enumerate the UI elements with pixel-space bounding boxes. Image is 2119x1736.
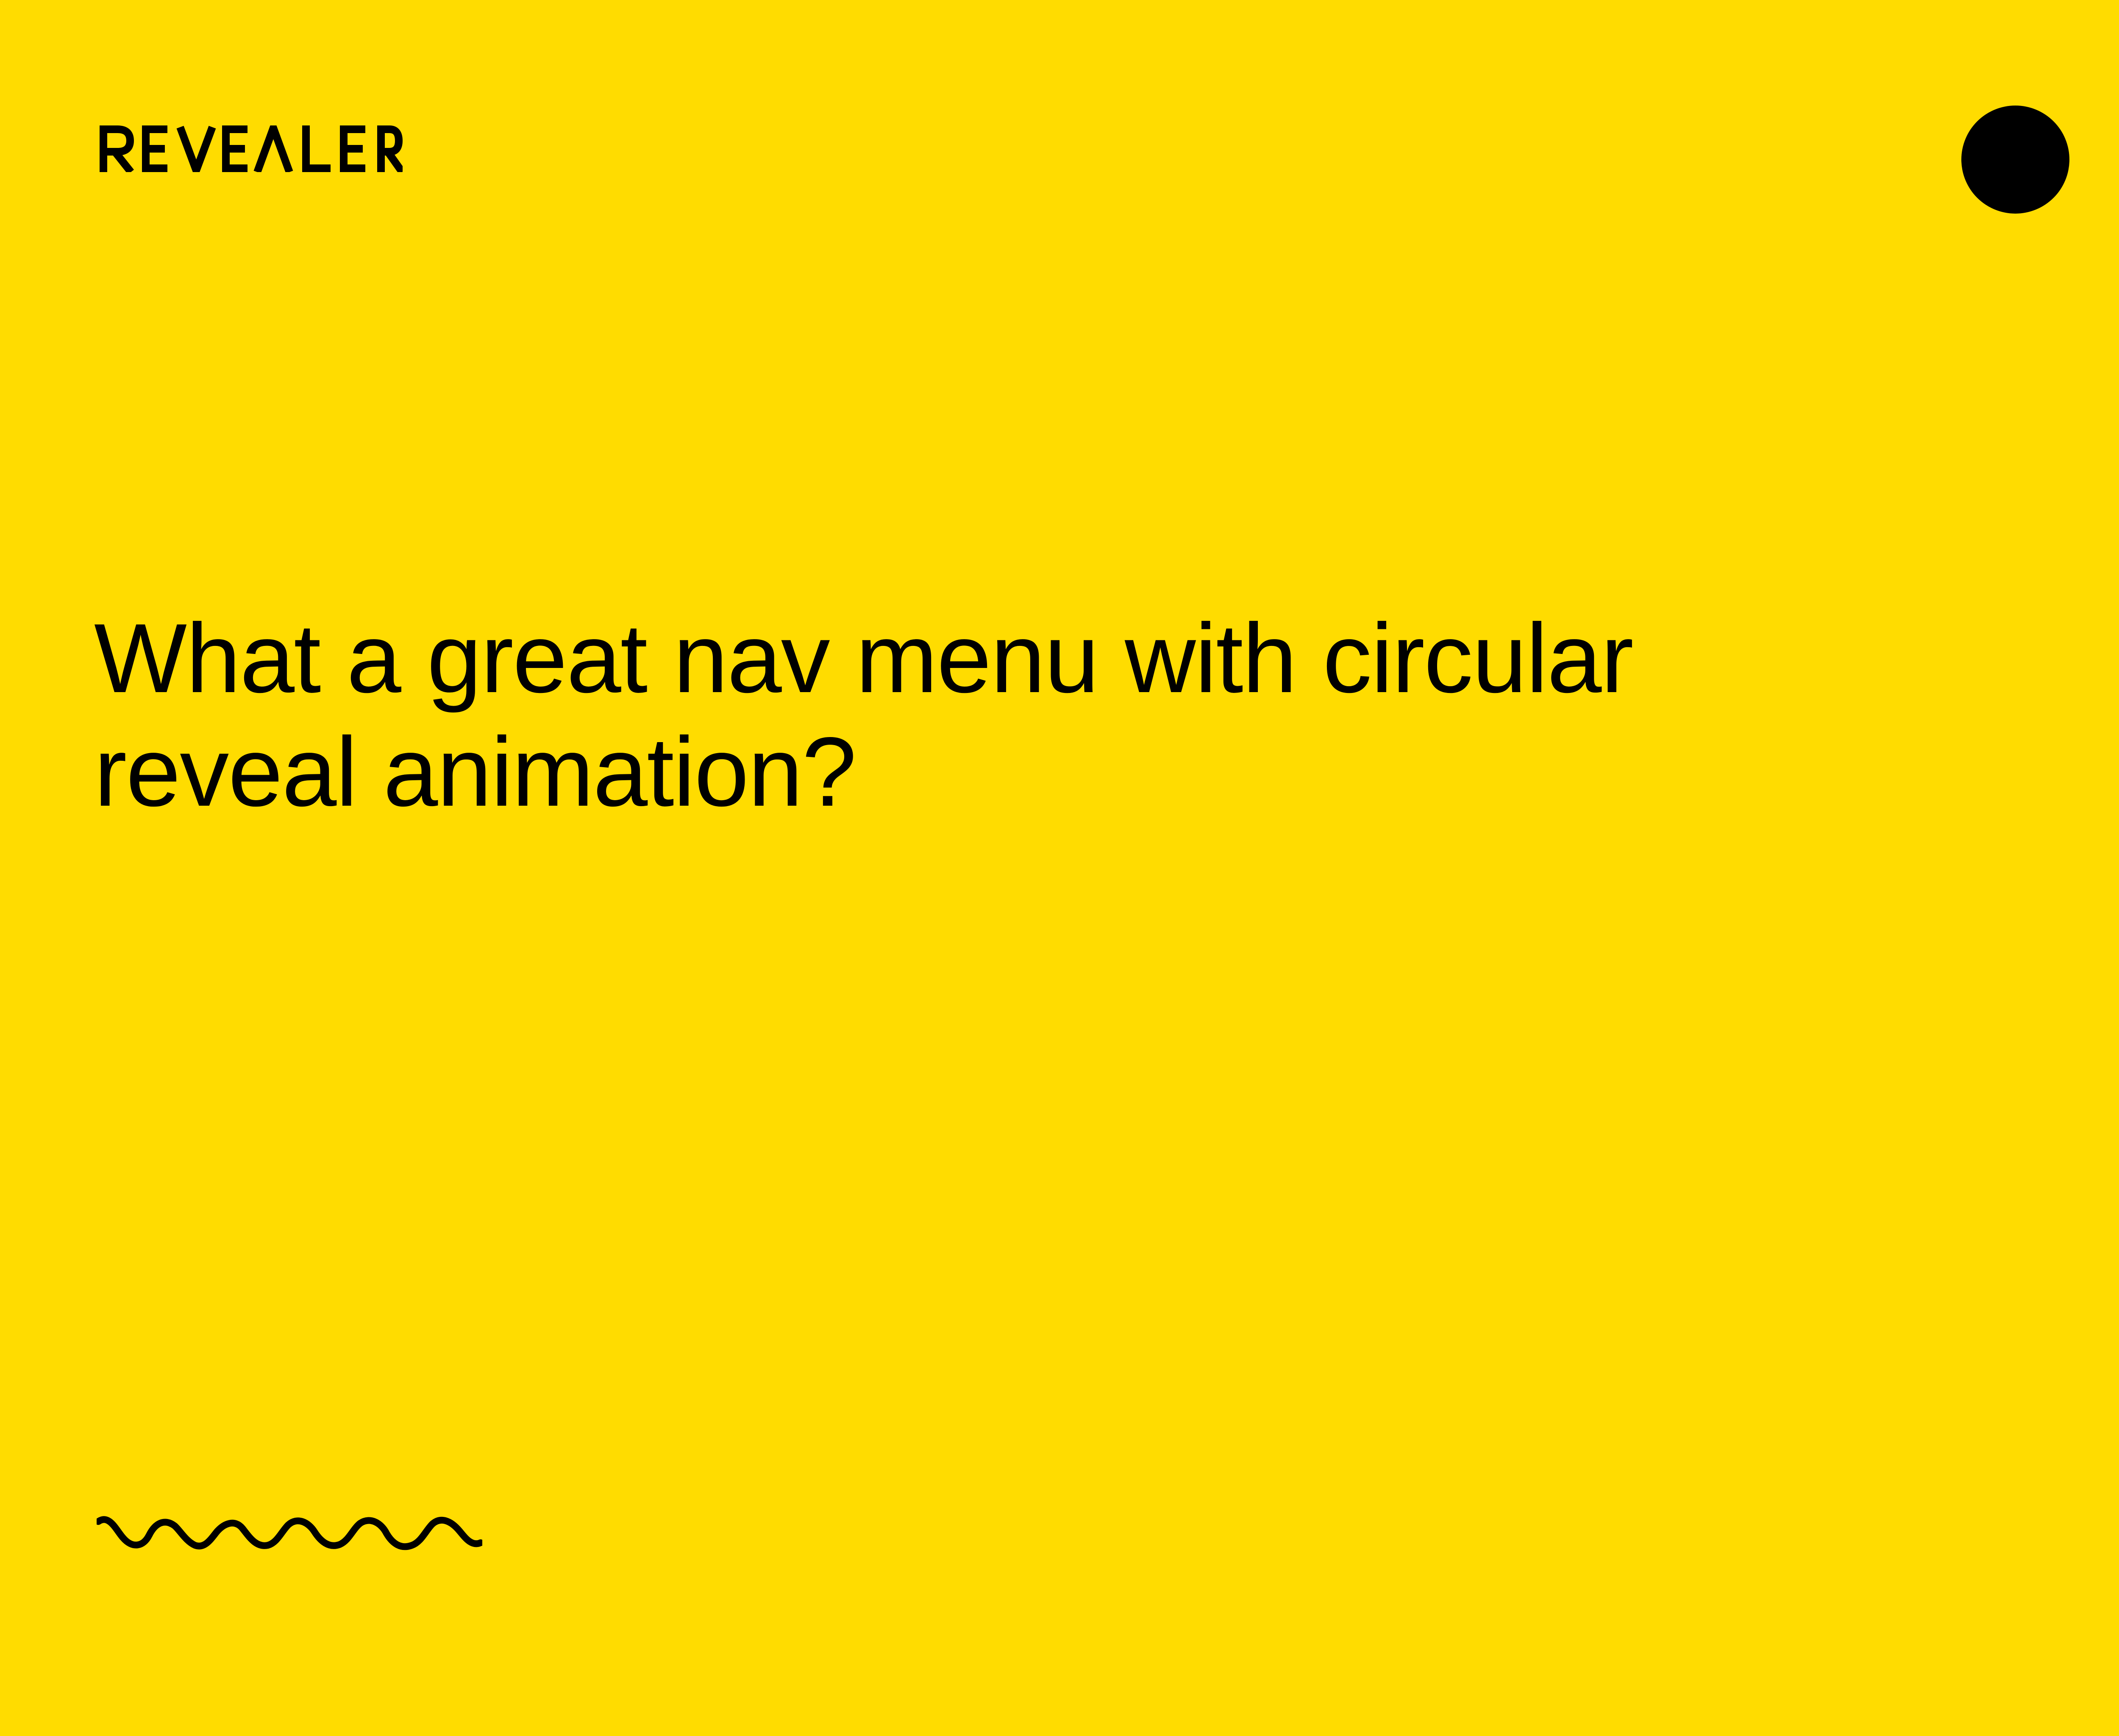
revealer-logo[interactable]	[100, 125, 403, 172]
circle-icon[interactable]	[1961, 106, 2069, 214]
wave-icon	[97, 1516, 482, 1550]
page-headline: What a great nav menu with circular reve…	[94, 604, 1634, 827]
page-background: What a great nav menu with circular reve…	[0, 0, 2119, 1736]
